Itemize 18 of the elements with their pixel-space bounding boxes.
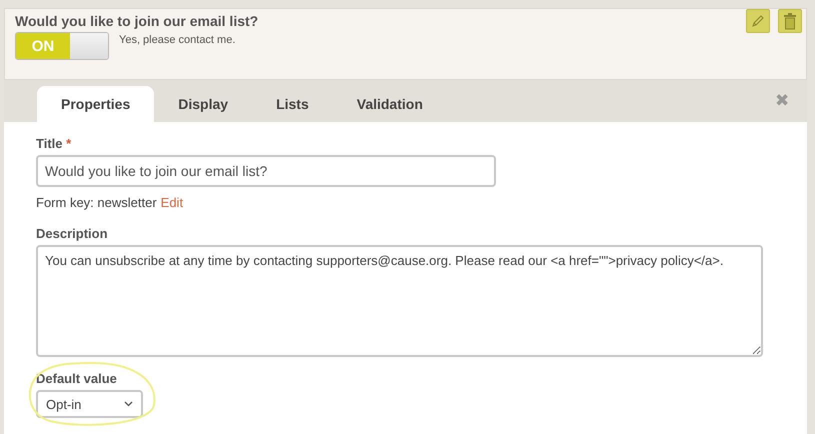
description-label: Description	[36, 226, 109, 241]
title-label: Title *	[36, 136, 72, 151]
toggle-caption: Yes, please contact me.	[119, 34, 236, 46]
pencil-icon	[750, 13, 766, 29]
default-value-label: Default value	[36, 371, 118, 386]
tab[interactable]: Lists	[252, 86, 333, 122]
default-value-select[interactable]: Opt-in	[36, 390, 143, 418]
tab[interactable]: Display	[154, 86, 252, 122]
description-field[interactable]: You can unsubscribe at any time by contacting supporters@cause.org. Please read our <a href="">privacy policy</a>.	[36, 245, 763, 357]
delete-button[interactable]	[778, 9, 802, 33]
tab[interactable]: Validation	[332, 86, 447, 122]
title-input[interactable]: Would you like to join our email list?	[36, 155, 496, 187]
edit-button[interactable]	[746, 9, 770, 33]
caret-icon	[124, 401, 133, 407]
trash-icon	[783, 12, 797, 30]
form-key-text: Form key: newsletter	[36, 195, 157, 210]
question-title: Would you like to join our email list?	[15, 13, 258, 29]
tab[interactable]: Properties	[37, 86, 154, 122]
